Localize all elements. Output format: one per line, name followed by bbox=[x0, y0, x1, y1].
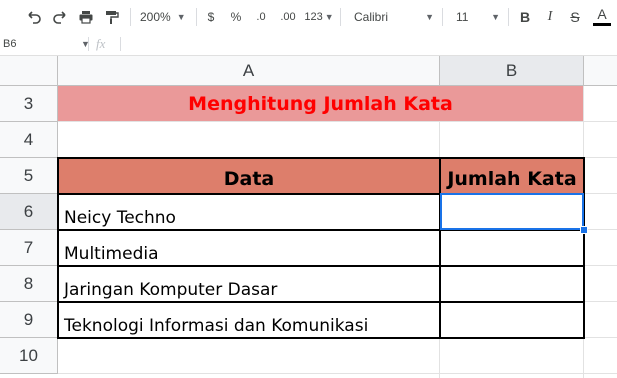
font-size-value: 11 bbox=[456, 9, 469, 24]
name-box[interactable]: B6 ▼ bbox=[0, 33, 90, 55]
chevron-down-icon: ▼ bbox=[324, 11, 334, 22]
fx-label: fx bbox=[96, 36, 106, 51]
row-header-6[interactable]: 6 bbox=[0, 194, 58, 230]
column-header-c[interactable] bbox=[584, 56, 617, 86]
chevron-down-icon: ▼ bbox=[176, 11, 186, 22]
header-data-cell[interactable]: Data bbox=[57, 157, 441, 195]
strikethrough-label: S bbox=[570, 8, 580, 25]
toolbar-divider bbox=[130, 8, 131, 26]
select-all-corner[interactable] bbox=[0, 56, 58, 86]
formula-bar: B6 ▼ fx bbox=[0, 33, 617, 56]
text-color-button[interactable]: A bbox=[591, 0, 613, 33]
formula-divider bbox=[120, 37, 121, 51]
fx-icon: fx bbox=[96, 33, 105, 55]
column-header-a[interactable]: A bbox=[58, 56, 440, 86]
table-row[interactable]: Multimedia bbox=[58, 230, 438, 266]
percent-format-button[interactable]: % bbox=[225, 0, 247, 33]
table-row[interactable]: Jaringan Komputer Dasar bbox=[58, 266, 438, 302]
row-header-5[interactable]: 5 bbox=[0, 158, 58, 194]
print-icon[interactable] bbox=[74, 0, 98, 33]
gridline bbox=[58, 121, 617, 122]
undo-icon[interactable] bbox=[22, 0, 46, 33]
zoom-select[interactable]: 200% ▼ bbox=[136, 0, 192, 33]
table-row[interactable]: Neicy Techno bbox=[58, 194, 438, 230]
font-size-select[interactable]: 11 ▼ bbox=[448, 0, 504, 33]
chevron-down-icon: ▼ bbox=[425, 11, 434, 22]
row-header-10[interactable]: 10 bbox=[0, 338, 58, 374]
increase-decimal-button[interactable]: .00 bbox=[275, 0, 301, 33]
text-color-swatch bbox=[593, 23, 611, 26]
spreadsheet-grid: A B 3 4 5 6 7 8 9 10 Menghitung Jumlah K… bbox=[0, 56, 617, 378]
font-select[interactable]: Calibri ▼ bbox=[346, 0, 438, 33]
decrease-decimal-button[interactable]: .0 bbox=[249, 0, 273, 33]
header-count-cell[interactable]: Jumlah Kata bbox=[439, 157, 585, 195]
font-value: Calibri bbox=[354, 9, 389, 24]
decrease-decimal-label: .0 bbox=[256, 10, 266, 23]
row-header-3[interactable]: 3 bbox=[0, 86, 58, 122]
formula-input[interactable] bbox=[124, 33, 614, 55]
more-formats-label: 123 bbox=[304, 10, 323, 23]
redo-icon[interactable] bbox=[48, 0, 72, 33]
toolbar-divider bbox=[340, 8, 341, 26]
formula-divider bbox=[88, 37, 89, 51]
title-cell[interactable]: Menghitung Jumlah Kata bbox=[58, 86, 583, 121]
bold-button[interactable]: B bbox=[514, 0, 536, 33]
row-header-9[interactable]: 9 bbox=[0, 302, 58, 338]
toolbar: 200% ▼ $ % .0 .00 123 ▼ Calibri ▼ 11 ▼ B… bbox=[0, 0, 617, 34]
gridline bbox=[58, 373, 617, 374]
bold-label: B bbox=[519, 8, 531, 25]
row-header-7[interactable]: 7 bbox=[0, 230, 58, 266]
currency-label: $ bbox=[207, 9, 215, 24]
currency-format-button[interactable]: $ bbox=[200, 0, 222, 33]
column-header-b[interactable]: B bbox=[440, 56, 584, 86]
selected-cell-b6[interactable] bbox=[440, 193, 584, 230]
toolbar-divider bbox=[442, 8, 443, 26]
more-formats-button[interactable]: 123 ▼ bbox=[302, 0, 336, 33]
toolbar-divider bbox=[196, 8, 197, 26]
toolbar-divider bbox=[508, 8, 509, 26]
count-cell-b7[interactable] bbox=[441, 231, 583, 264]
chevron-down-icon: ▼ bbox=[491, 11, 500, 22]
zoom-value: 200% bbox=[140, 9, 171, 24]
increase-decimal-label: .00 bbox=[280, 10, 296, 23]
percent-label: % bbox=[230, 9, 242, 24]
italic-button[interactable]: I bbox=[539, 0, 561, 33]
row-header-8[interactable]: 8 bbox=[0, 266, 58, 302]
table-row[interactable]: Teknologi Informasi dan Komunikasi bbox=[58, 302, 438, 338]
italic-label: I bbox=[547, 8, 553, 24]
strikethrough-button[interactable]: S bbox=[564, 0, 586, 33]
count-cell-b8[interactable] bbox=[441, 267, 583, 300]
name-box-value: B6 bbox=[3, 38, 17, 50]
fill-handle[interactable] bbox=[580, 226, 588, 234]
count-cell-b9[interactable] bbox=[441, 303, 583, 336]
paint-format-icon[interactable] bbox=[100, 0, 124, 33]
row-header-4[interactable]: 4 bbox=[0, 122, 58, 158]
text-color-label: A bbox=[597, 6, 607, 22]
